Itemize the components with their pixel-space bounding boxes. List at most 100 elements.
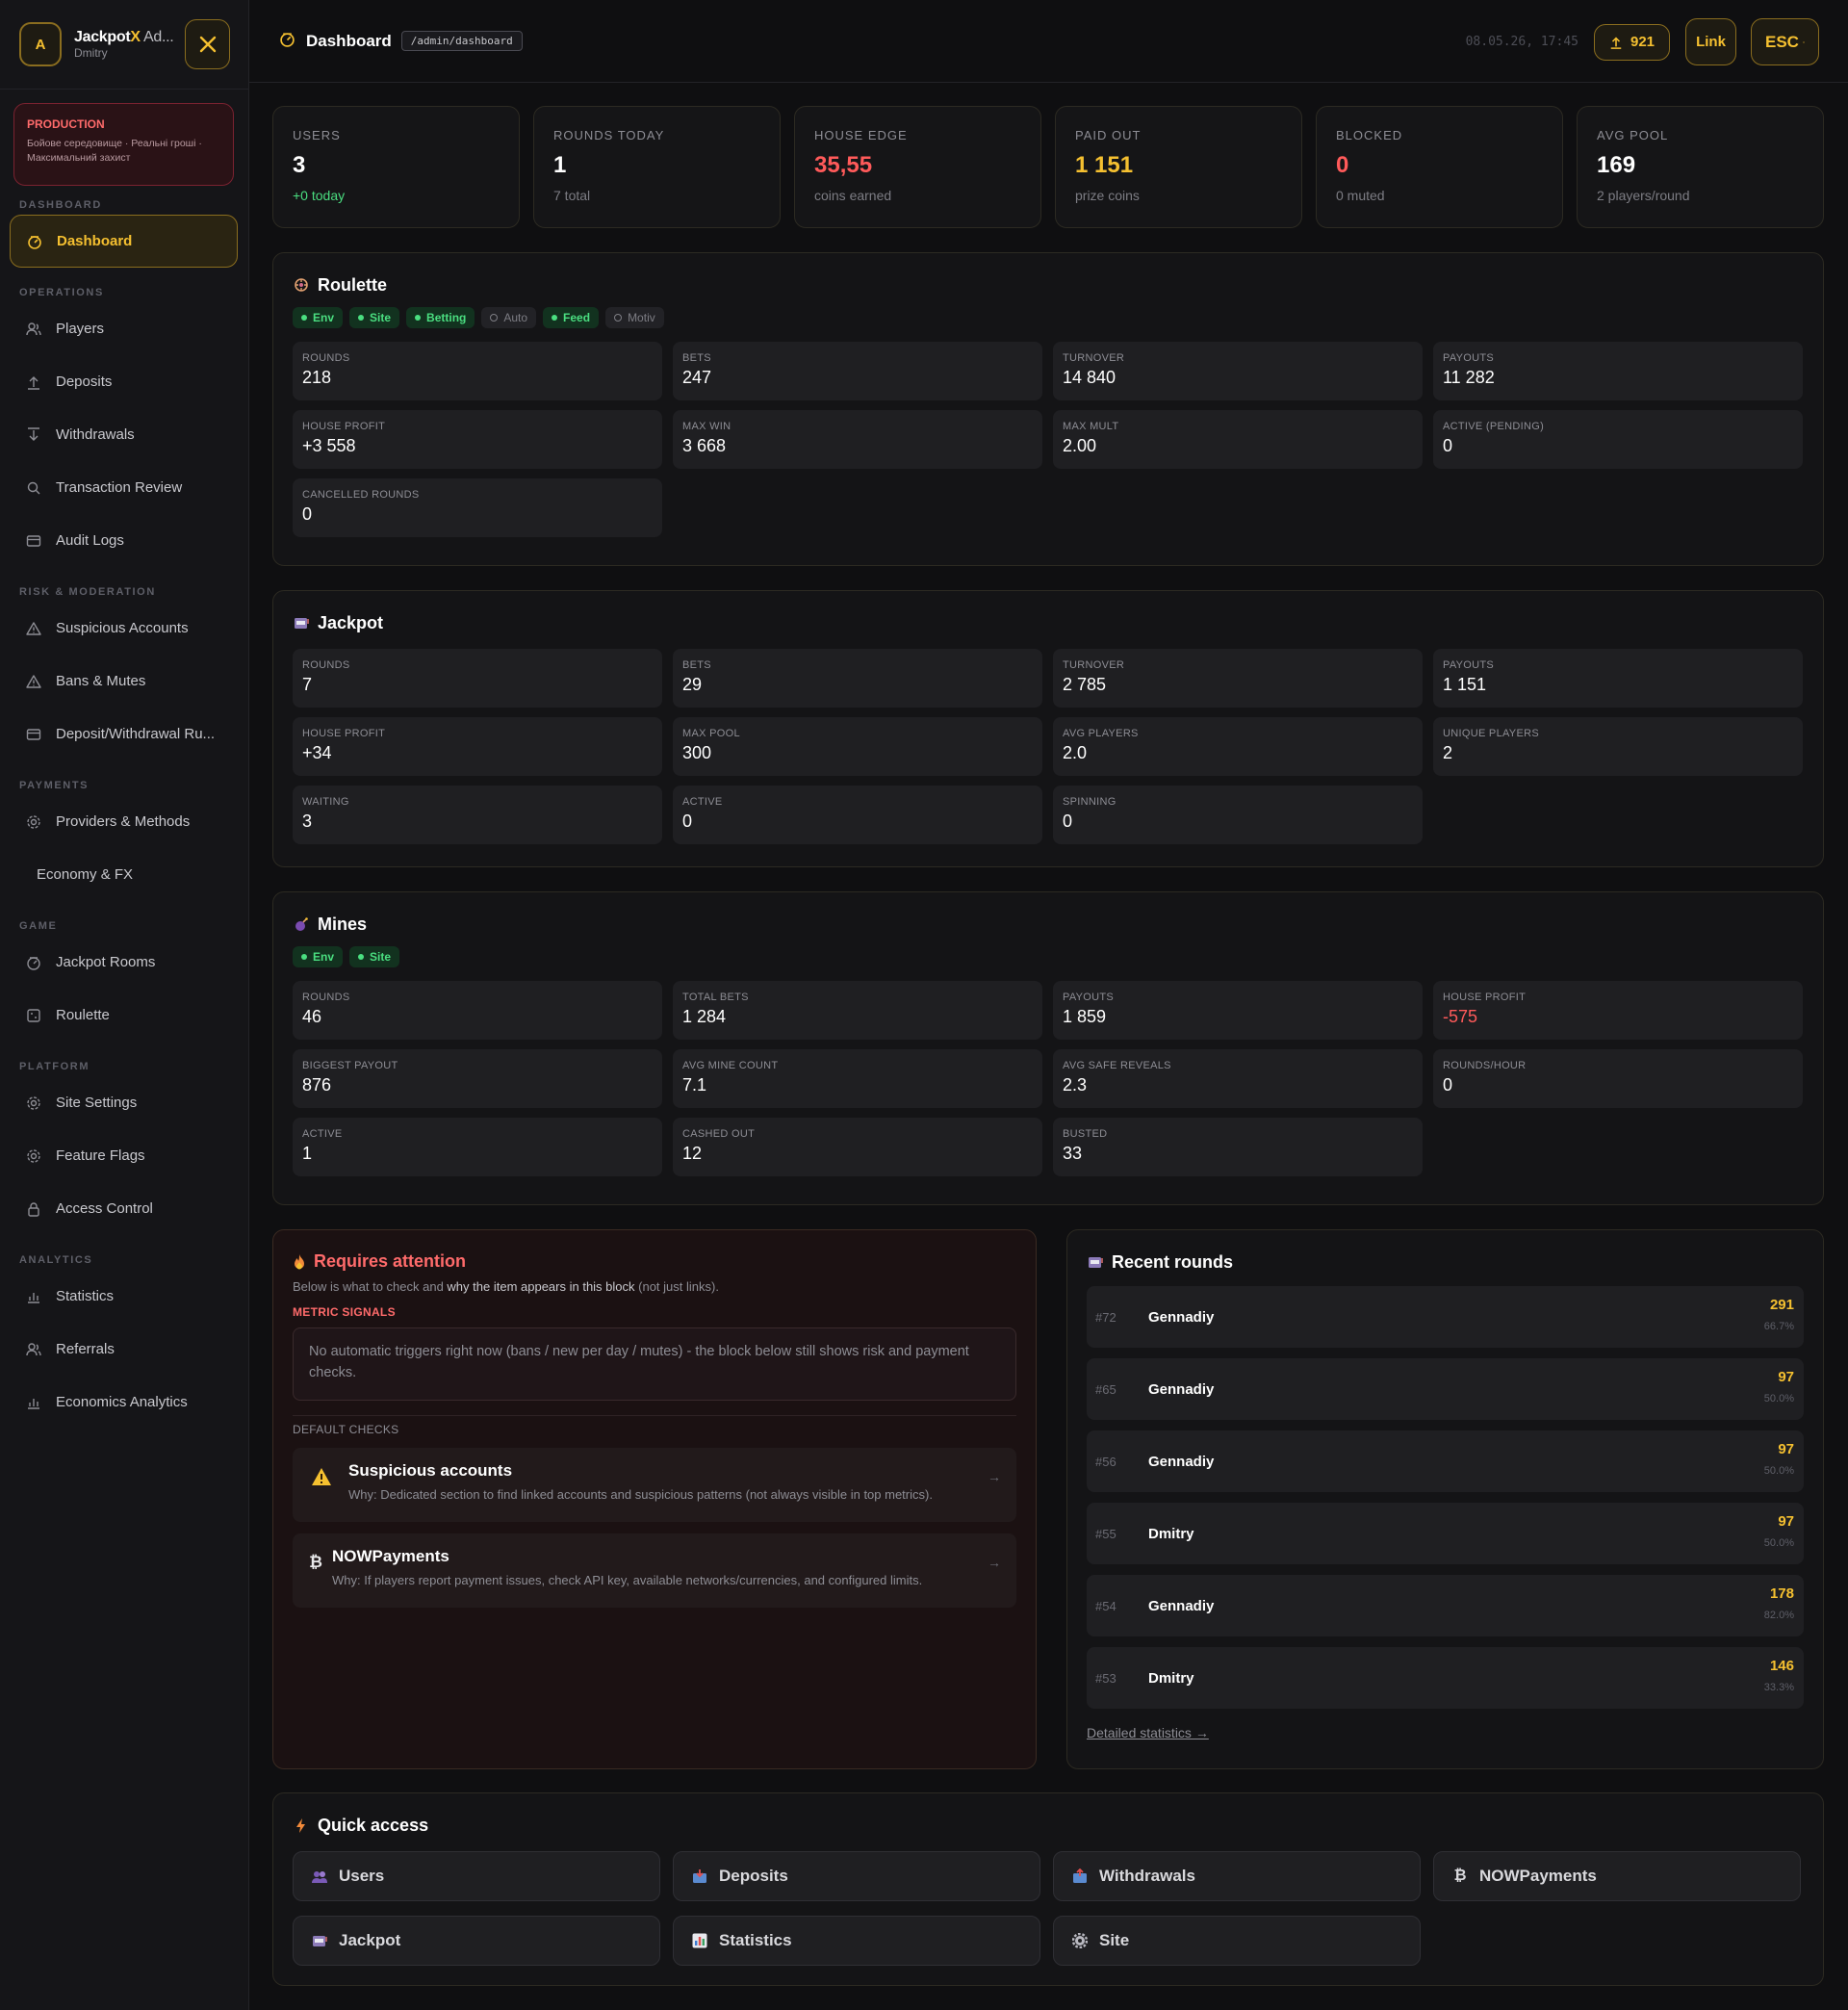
status-tags: Env Site Betting Auto Feed Motiv <box>293 307 1804 328</box>
sidebar-item-roulette[interactable]: Roulette <box>0 989 248 1042</box>
quick-label: Site <box>1099 1931 1130 1949</box>
sidebar-item-label: Roulette <box>56 1007 110 1023</box>
timestamp: 08.05.26, 17:45 <box>1465 35 1578 49</box>
metric-label: BIGGEST PAYOUT <box>302 1060 398 1071</box>
check-title: Suspicious accounts <box>348 1461 513 1480</box>
sidebar-item-economics-analytics[interactable]: Economics Analytics <box>0 1376 248 1429</box>
metric-cell: TOTAL BETS 1 284 <box>673 981 1042 1040</box>
metric-value: +34 <box>302 743 332 762</box>
slot-machine-icon <box>1087 1253 1104 1271</box>
stat-label: BLOCKED <box>1336 128 1403 142</box>
close-sidebar-button[interactable] <box>185 19 230 69</box>
metric-value: 0 <box>682 812 693 831</box>
stat-label: ROUNDS TODAY <box>553 128 665 142</box>
metric-value: 218 <box>302 368 332 387</box>
metrics-grid: ROUNDS 218 BETS 247 TURNOVER 14 840 PAYOUTS 11 … <box>293 342 1804 537</box>
sidebar-item-deposit-withdrawal-rules[interactable]: Deposit/Withdrawal Ru... <box>0 708 248 760</box>
check-suspicious-accounts[interactable]: Suspicious accounts Why: Dedicated secti… <box>293 1448 1016 1522</box>
quick-users-button[interactable]: Users <box>293 1851 660 1901</box>
sidebar-item-economy-fx[interactable]: Economy & FX <box>0 848 248 901</box>
round-percent: 66.7% <box>1763 1321 1794 1332</box>
sidebar-item-label: Audit Logs <box>56 532 124 549</box>
player-name: Dmitry <box>1148 1525 1194 1542</box>
round-percent: 50.0% <box>1763 1393 1794 1404</box>
metric-cell: UNIQUE PLAYERS 2 <box>1433 717 1803 776</box>
metric-value: 7.1 <box>682 1075 707 1095</box>
sidebar-item-deposits[interactable]: Deposits <box>0 355 248 408</box>
recent-round-row[interactable]: #54 Gennadiy 178 82.0% <box>1087 1575 1804 1636</box>
quick-statistics-button[interactable]: Statistics <box>673 1916 1040 1966</box>
metric-value: 14 840 <box>1063 368 1116 387</box>
sidebar-item-label: Access Control <box>56 1200 153 1217</box>
metric-label: TOTAL BETS <box>682 992 749 1003</box>
section-platform: PLATFORM <box>19 1061 90 1072</box>
status-badge: Betting <box>406 307 475 328</box>
stat-sub: 0 muted <box>1336 188 1385 203</box>
sidebar-item-providers-methods[interactable]: Providers & Methods <box>0 795 248 848</box>
quick-label: Deposits <box>719 1867 788 1885</box>
sidebar-item-label: Deposits <box>56 374 113 390</box>
sidebar-item-bans-mutes[interactable]: Bans & Mutes <box>0 655 248 708</box>
stat-card-house-edge: HOUSE EDGE 35,55 coins earned <box>794 106 1041 228</box>
metric-cell: BUSTED 33 <box>1053 1118 1423 1176</box>
metric-cell: BETS 247 <box>673 342 1042 400</box>
bar-chart-icon <box>690 1931 709 1950</box>
sidebar-item-label: Jackpot Rooms <box>56 954 156 970</box>
metric-value: 0 <box>1443 436 1453 455</box>
metric-cell: ACTIVE (PENDING) 0 <box>1433 410 1803 469</box>
sidebar-item-suspicious-accounts[interactable]: Suspicious Accounts <box>0 602 248 655</box>
esc-button[interactable]: ESC <box>1751 18 1819 65</box>
no-triggers-message: No automatic triggers right now (bans / … <box>293 1327 1016 1401</box>
metric-label: ROUNDS <box>302 992 350 1003</box>
recent-round-row[interactable]: #56 Gennadiy 97 50.0% <box>1087 1430 1804 1492</box>
round-amount: 97 <box>1778 1441 1794 1457</box>
sidebar-item-withdrawals[interactable]: Withdrawals <box>0 408 248 461</box>
count-badge[interactable]: 921 <box>1594 23 1670 61</box>
sidebar-item-label: Players <box>56 321 105 337</box>
quick-site-button[interactable]: Site <box>1053 1916 1421 1966</box>
warning-icon <box>25 673 42 690</box>
recent-round-row[interactable]: #55 Dmitry 97 50.0% <box>1087 1503 1804 1564</box>
metric-label: HOUSE PROFIT <box>1443 992 1527 1003</box>
sidebar-item-referrals[interactable]: Referrals <box>0 1323 248 1376</box>
stats-row: USERS 3 +0 today ROUNDS TODAY 1 7 total HOUS… <box>272 106 1824 228</box>
metric-label: TURNOVER <box>1063 659 1125 671</box>
metric-value: 1 284 <box>682 1007 727 1026</box>
sidebar-item-dashboard[interactable]: Dashboard <box>10 215 238 268</box>
users-icon <box>310 1867 329 1886</box>
section-analytics: ANALYTICS <box>19 1254 93 1266</box>
metric-value: 2.3 <box>1063 1075 1088 1095</box>
section-game: GAME <box>19 920 58 932</box>
avatar[interactable]: A <box>19 22 62 66</box>
sidebar-item-transaction-review[interactable]: Transaction Review <box>0 461 248 514</box>
quick-nowpayments-button[interactable]: ₿ NOWPayments <box>1433 1851 1801 1901</box>
sidebar-item-jackpot-rooms[interactable]: Jackpot Rooms <box>0 936 248 989</box>
sidebar-item-access-control[interactable]: Access Control <box>0 1182 248 1235</box>
stat-value: 35,55 <box>814 152 873 178</box>
metric-value: 876 <box>302 1075 332 1095</box>
sidebar-item-feature-flags[interactable]: Feature Flags <box>0 1129 248 1182</box>
quick-deposits-button[interactable]: Deposits <box>673 1851 1040 1901</box>
quick-jackpot-button[interactable]: Jackpot <box>293 1916 660 1966</box>
stat-label: HOUSE EDGE <box>814 128 908 142</box>
sidebar-header: A JackpotX Ad... Dmitry <box>0 0 248 90</box>
link-button[interactable]: Link <box>1685 18 1736 65</box>
check-nowpayments[interactable]: ₿ NOWPayments Why: If players report pay… <box>293 1533 1016 1608</box>
outbox-icon <box>1070 1867 1090 1886</box>
metric-value: 46 <box>302 1007 322 1026</box>
metric-cell: PAYOUTS 1 151 <box>1433 649 1803 708</box>
detailed-statistics-link[interactable]: Detailed statistics → <box>1087 1725 1804 1740</box>
metric-cell: ACTIVE 0 <box>673 786 1042 844</box>
round-amount: 97 <box>1778 1513 1794 1530</box>
sidebar-item-players[interactable]: Players <box>0 302 248 355</box>
sidebar-item-label: Bans & Mutes <box>56 673 146 689</box>
recent-round-row[interactable]: #72 Gennadiy 291 66.7% <box>1087 1286 1804 1348</box>
sidebar-item-site-settings[interactable]: Site Settings <box>0 1076 248 1129</box>
sidebar-item-statistics[interactable]: Statistics <box>0 1270 248 1323</box>
quick-withdrawals-button[interactable]: Withdrawals <box>1053 1851 1421 1901</box>
recent-round-row[interactable]: #53 Dmitry 146 33.3% <box>1087 1647 1804 1709</box>
metric-value: 2 785 <box>1063 675 1107 694</box>
metric-value: 12 <box>682 1144 703 1163</box>
sidebar-item-audit-logs[interactable]: Audit Logs <box>0 514 248 567</box>
recent-round-row[interactable]: #65 Gennadiy 97 50.0% <box>1087 1358 1804 1420</box>
